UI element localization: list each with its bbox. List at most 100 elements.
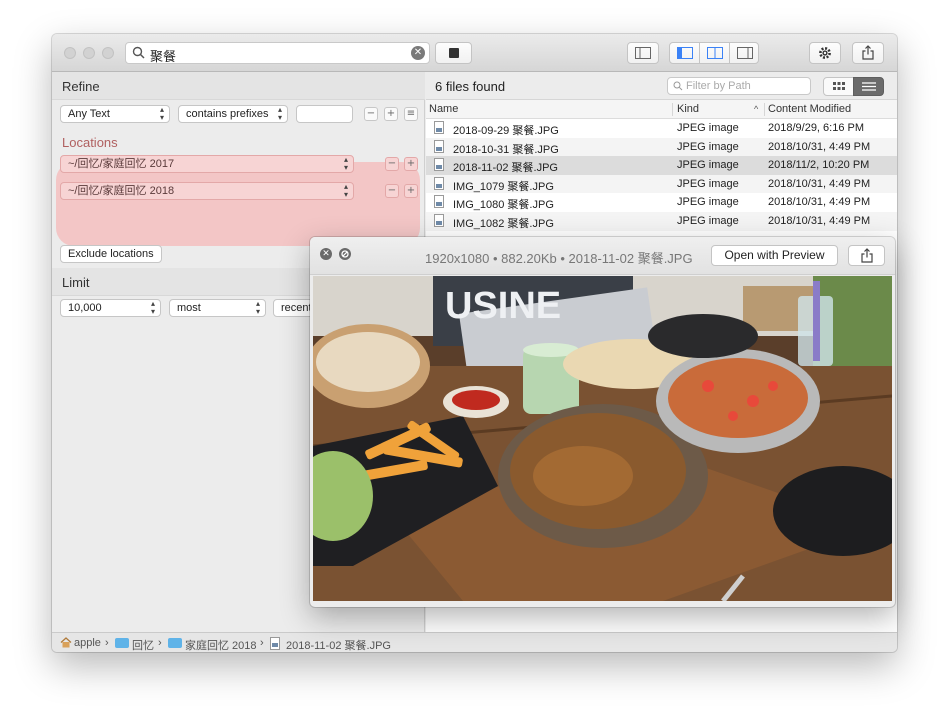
fullscreen-icon[interactable] bbox=[339, 248, 351, 260]
add-location-button[interactable]: + bbox=[404, 184, 418, 198]
popup-arrows-icon: ▴ ▾ bbox=[343, 155, 348, 172]
limit-order-value: most bbox=[177, 302, 201, 314]
table-row[interactable]: 2018-11-02 聚餐.JPG JPEG image 2018/11/2, 10… bbox=[426, 156, 897, 175]
location-path: ~/回忆/家庭回忆 2017 bbox=[68, 158, 175, 170]
minus-icon: − bbox=[387, 185, 397, 196]
share-button[interactable] bbox=[852, 42, 884, 64]
location-popup-2018[interactable]: ~/回忆/家庭回忆 2018 ▴ ▾ bbox=[60, 182, 354, 200]
criteria-menu-button[interactable]: ≡ bbox=[404, 107, 418, 121]
file-name: 2018-10-31 聚餐.JPG bbox=[453, 143, 559, 156]
popup-arrows-icon: ▴ ▾ bbox=[150, 299, 155, 316]
remove-location-button[interactable]: − bbox=[385, 157, 399, 171]
file-kind: JPEG image bbox=[677, 140, 739, 153]
zoom-window-button[interactable] bbox=[102, 47, 114, 59]
right-pane-icon bbox=[737, 47, 753, 59]
search-query: 聚餐 bbox=[150, 49, 177, 64]
add-location-button[interactable]: + bbox=[404, 157, 418, 171]
quick-look-share-button[interactable] bbox=[848, 245, 885, 266]
layout-right-button[interactable] bbox=[730, 43, 760, 63]
file-kind: JPEG image bbox=[677, 122, 739, 134]
sort-ascending-icon: ^ bbox=[754, 104, 759, 114]
name-column-header[interactable]: Name bbox=[429, 103, 458, 115]
plus-icon: + bbox=[406, 158, 416, 169]
icon-view-button[interactable] bbox=[823, 77, 854, 96]
quick-look-panel: ✕ 1920x1080 • 882.20Kb • 2018-11-02 聚餐.J… bbox=[310, 237, 895, 607]
table-row[interactable]: IMG_1080 聚餐.JPG JPEG image 2018/10/31, 4:4… bbox=[426, 193, 897, 212]
limit-count-value: 10,000 bbox=[68, 302, 102, 314]
table-row[interactable]: 2018-09-29 聚餐.JPG JPEG image 2018/9/29, 6:… bbox=[426, 119, 897, 138]
close-icon[interactable]: ✕ bbox=[320, 248, 332, 260]
remove-criteria-button[interactable]: − bbox=[364, 107, 378, 121]
jpeg-file-icon bbox=[434, 195, 444, 209]
filter-by-path-field[interactable]: Filter by Path bbox=[667, 77, 811, 95]
modified-column-header[interactable]: Content Modified bbox=[768, 103, 851, 115]
path-segment-memories[interactable]: 回忆 bbox=[132, 637, 154, 652]
share-icon bbox=[861, 248, 873, 263]
layout-left-button[interactable] bbox=[670, 43, 700, 63]
text-type-popup[interactable]: Any Text ▴ ▾ bbox=[60, 105, 170, 123]
toolbar: 聚餐 ✕ bbox=[52, 34, 897, 72]
add-criteria-button[interactable]: + bbox=[384, 107, 398, 121]
path-bar: apple › 回忆 › 家庭回忆 2018 › 2018-11-02 聚餐.J… bbox=[52, 632, 897, 652]
plus-icon: + bbox=[386, 108, 396, 119]
minimize-window-button[interactable] bbox=[83, 47, 95, 59]
settings-button[interactable] bbox=[809, 42, 841, 64]
plus-icon: + bbox=[406, 185, 416, 196]
file-modified: 2018/10/31, 4:49 PM bbox=[768, 140, 871, 153]
text-type-value: Any Text bbox=[68, 108, 110, 120]
toggle-sidebar-button[interactable] bbox=[627, 42, 659, 64]
match-mode-popup[interactable]: contains prefixes ▴ ▾ bbox=[178, 105, 288, 123]
share-icon bbox=[862, 45, 874, 60]
refine-title: Refine bbox=[62, 79, 100, 94]
folder-icon bbox=[115, 638, 129, 648]
popup-arrows-icon: ▴ ▾ bbox=[255, 299, 260, 316]
file-kind: JPEG image bbox=[677, 196, 739, 209]
jpeg-file-icon bbox=[434, 121, 444, 134]
location-popup-2017[interactable]: ~/回忆/家庭回忆 2017 ▴ ▾ bbox=[60, 155, 354, 173]
file-modified: 2018/10/31, 4:49 PM bbox=[768, 177, 871, 190]
menu-icon: ≡ bbox=[406, 108, 416, 119]
pane-layout-group bbox=[669, 42, 759, 64]
term-input[interactable] bbox=[296, 105, 353, 123]
home-folder-icon bbox=[60, 637, 72, 648]
open-with-preview-label: Open with Preview bbox=[724, 248, 825, 262]
layout-split-button[interactable] bbox=[700, 43, 730, 63]
kind-column-header[interactable]: Kind bbox=[677, 103, 699, 115]
close-window-button[interactable] bbox=[64, 47, 76, 59]
file-modified: 2018/11/2, 10:20 PM bbox=[768, 159, 870, 172]
file-kind: JPEG image bbox=[677, 177, 739, 190]
path-segment-family-2018[interactable]: 家庭回忆 2018 bbox=[185, 637, 257, 652]
sidebar-icon bbox=[635, 47, 651, 59]
stop-icon bbox=[449, 48, 459, 58]
table-row[interactable]: 2018-10-31 聚餐.JPG JPEG image 2018/10/31, 4… bbox=[426, 137, 897, 157]
file-modified: 2018/10/31, 4:49 PM bbox=[768, 215, 871, 227]
open-with-preview-button[interactable]: Open with Preview bbox=[711, 245, 838, 266]
filter-placeholder: Filter by Path bbox=[686, 80, 751, 92]
quick-look-toolbar: ✕ 1920x1080 • 882.20Kb • 2018-11-02 聚餐.J… bbox=[310, 237, 895, 275]
table-row[interactable]: IMG_1079 聚餐.JPG JPEG image 2018/10/31, 4:4… bbox=[426, 174, 897, 194]
path-segment-file[interactable]: 2018-11-02 聚餐.JPG bbox=[286, 637, 391, 652]
table-row[interactable]: IMG_1082 聚餐.JPG JPEG image 2018/10/31, 4:4… bbox=[426, 212, 897, 231]
clear-search-icon[interactable]: ✕ bbox=[411, 46, 425, 60]
file-name: IMG_1080 聚餐.JPG bbox=[453, 199, 554, 212]
exclude-locations-button[interactable]: Exclude locations bbox=[60, 245, 162, 263]
limit-title: Limit bbox=[62, 275, 90, 290]
path-separator: › bbox=[105, 637, 109, 649]
food-photo-preview: USINE bbox=[313, 276, 892, 601]
list-view-button[interactable] bbox=[853, 77, 884, 96]
column-divider[interactable] bbox=[764, 103, 765, 116]
file-modified: 2018/9/29, 6:16 PM bbox=[768, 122, 865, 134]
column-divider[interactable] bbox=[672, 103, 673, 116]
path-segment-home[interactable]: apple bbox=[74, 637, 101, 649]
search-field[interactable]: 聚餐 ✕ bbox=[125, 42, 430, 64]
jpeg-file-icon bbox=[270, 637, 280, 650]
stop-button[interactable] bbox=[435, 42, 472, 64]
file-name: IMG_1082 聚餐.JPG bbox=[453, 218, 554, 230]
limit-order-popup[interactable]: most ▴ ▾ bbox=[169, 299, 266, 317]
limit-count-popup[interactable]: 10,000 ▴ ▾ bbox=[60, 299, 161, 317]
search-icon bbox=[132, 46, 145, 59]
file-modified: 2018/10/31, 4:49 PM bbox=[768, 196, 871, 209]
remove-location-button[interactable]: − bbox=[385, 184, 399, 198]
locations-title: Locations bbox=[62, 135, 118, 150]
file-name: IMG_1079 聚餐.JPG bbox=[453, 180, 554, 193]
